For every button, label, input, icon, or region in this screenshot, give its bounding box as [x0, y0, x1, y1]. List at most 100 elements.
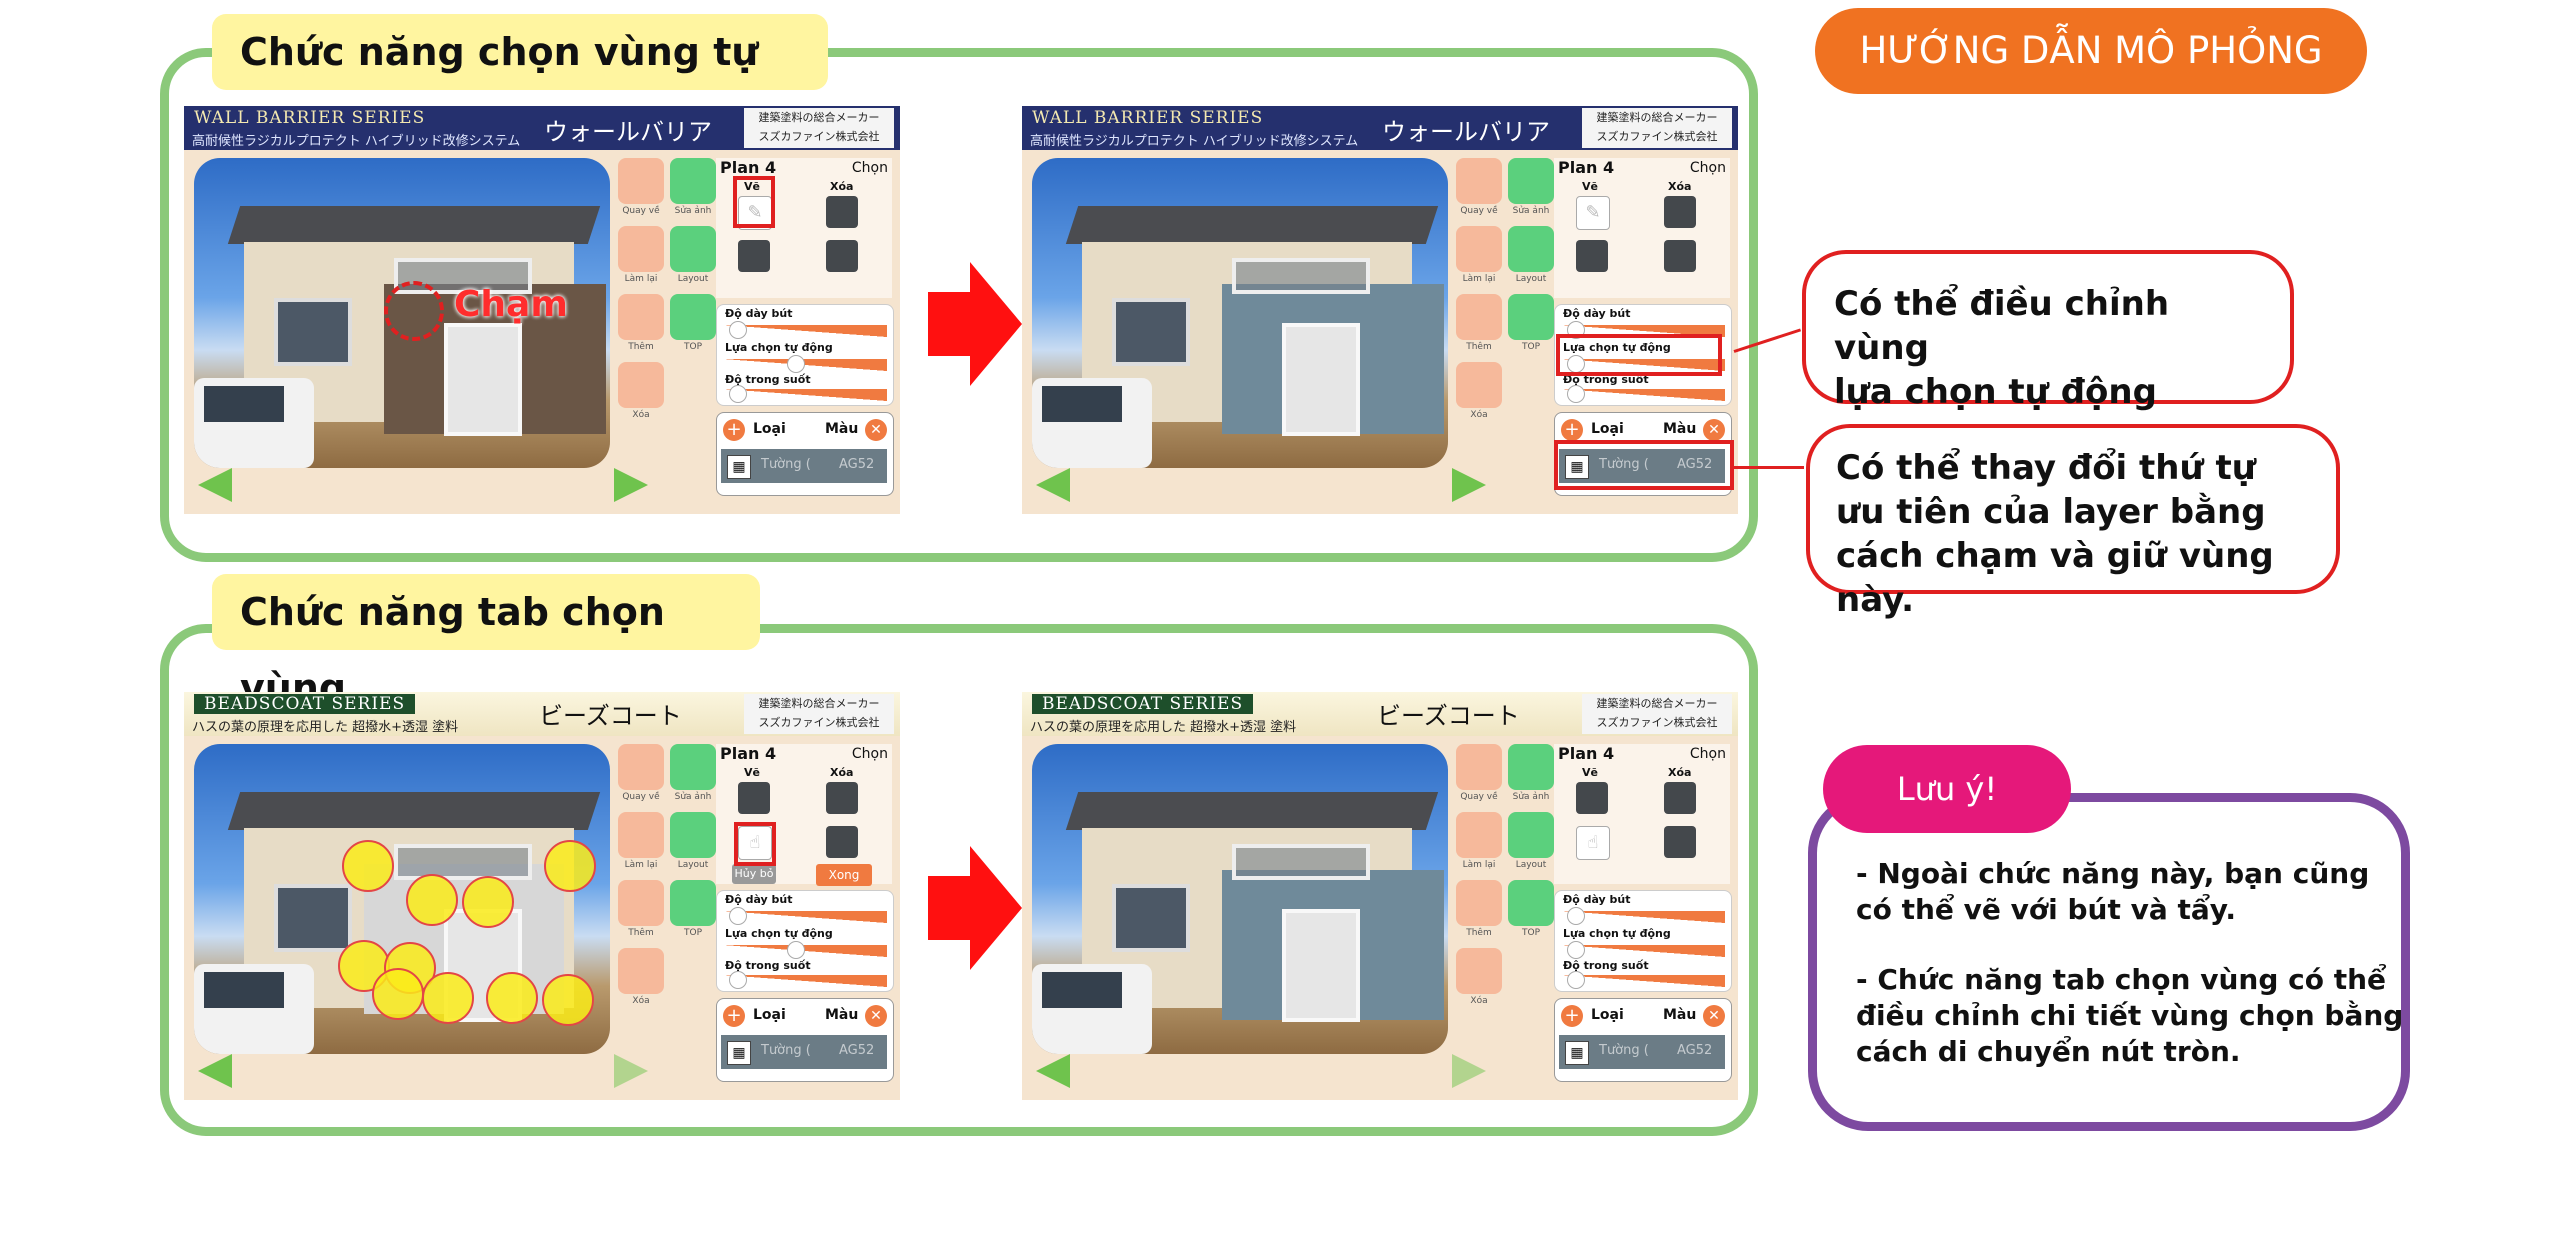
house-photo[interactable] — [1032, 744, 1448, 1054]
add-plan-button[interactable] — [1456, 880, 1502, 926]
close-layer-button[interactable]: ✕ — [865, 419, 887, 441]
tool-panel: Plan 4 Chọn Vẽ Xóa ✎ — [1554, 158, 1730, 298]
eraser-icon[interactable] — [1664, 196, 1696, 228]
auto-select-title: Chức năng chọn vùng tự động — [212, 14, 828, 150]
add-layer-button[interactable]: + — [723, 419, 745, 441]
layout-button[interactable] — [1508, 226, 1554, 272]
undo-button[interactable] — [618, 744, 664, 790]
transparency-slider[interactable] — [723, 971, 887, 989]
top-button[interactable] — [1508, 294, 1554, 340]
close-layer-button[interactable]: ✕ — [865, 1005, 887, 1027]
eraser-icon[interactable] — [826, 196, 858, 228]
select-button[interactable]: Chọn — [1690, 746, 1726, 762]
select-button[interactable]: Chọn — [852, 160, 888, 176]
transparency-slider[interactable] — [1561, 385, 1725, 403]
layer-row[interactable]: ▦ Tường (AG52 — [721, 1035, 887, 1069]
app-banner: WALL BARRIER SERIES 高耐候性ラジカルプロテクト ハイブリッド… — [1022, 106, 1738, 150]
next-arrow-icon[interactable] — [1452, 468, 1486, 502]
transparency-slider[interactable] — [723, 385, 887, 403]
handle-dot[interactable] — [462, 876, 514, 928]
undo-button[interactable] — [1456, 158, 1502, 204]
edit-photo-button[interactable] — [1508, 744, 1554, 790]
auto-select-icon[interactable] — [1664, 826, 1696, 858]
maker-logo: 建築塗料の総合メーカー スズカファイン株式会社 — [744, 108, 894, 148]
house-photo[interactable] — [194, 744, 610, 1054]
top-button[interactable] — [670, 880, 716, 926]
layout-button[interactable] — [670, 226, 716, 272]
thickness-slider[interactable] — [1561, 907, 1725, 925]
transparency-slider[interactable] — [1561, 971, 1725, 989]
next-arrow-icon[interactable] — [1452, 1054, 1486, 1088]
next-arrow-icon[interactable] — [614, 1054, 648, 1088]
layer-row[interactable]: ▦ Tường (AG52 — [721, 449, 887, 483]
redo-button[interactable] — [1456, 226, 1502, 272]
eraser-icon[interactable] — [826, 782, 858, 814]
delete-plan-button[interactable] — [1456, 948, 1502, 994]
top-button[interactable] — [1508, 880, 1554, 926]
eraser-icon[interactable] — [1664, 782, 1696, 814]
tab-select-icon[interactable] — [1664, 240, 1696, 272]
redo-button[interactable] — [618, 812, 664, 858]
handle-dot[interactable] — [544, 840, 596, 892]
close-layer-button[interactable]: ✕ — [1703, 419, 1725, 441]
tab-select-icon[interactable] — [826, 240, 858, 272]
simulation-guide-badge: HƯỚNG DẪN MÔ PHỎNG — [1815, 8, 2367, 94]
house-photo[interactable] — [1032, 158, 1448, 468]
auto-select-icon[interactable] — [1576, 240, 1608, 272]
pen-icon[interactable] — [738, 782, 770, 814]
add-plan-button[interactable] — [618, 880, 664, 926]
add-layer-button[interactable]: + — [1561, 419, 1583, 441]
app-screen-auto-after: WALL BARRIER SERIES 高耐候性ラジカルプロテクト ハイブリッド… — [1022, 106, 1738, 514]
edit-photo-button[interactable] — [670, 158, 716, 204]
layout-button[interactable] — [1508, 812, 1554, 858]
close-layer-button[interactable]: ✕ — [1703, 1005, 1725, 1027]
handle-dot[interactable] — [372, 968, 424, 1020]
add-layer-button[interactable]: + — [723, 1005, 745, 1027]
delete-plan-button[interactable] — [618, 362, 664, 408]
thickness-slider[interactable] — [723, 907, 887, 925]
pen-icon[interactable] — [1576, 782, 1608, 814]
edit-photo-button[interactable] — [1508, 158, 1554, 204]
wall-icon: ▦ — [727, 1041, 751, 1065]
undo-button[interactable] — [1456, 744, 1502, 790]
thickness-slider[interactable] — [723, 321, 887, 339]
add-plan-button[interactable] — [618, 294, 664, 340]
redo-button[interactable] — [618, 226, 664, 272]
next-arrow-icon[interactable] — [614, 468, 648, 502]
handle-dot[interactable] — [342, 840, 394, 892]
auto-select-slider[interactable] — [723, 941, 887, 959]
tagline: 高耐候性ラジカルプロテクト ハイブリッド改修システム — [192, 134, 521, 149]
delete-plan-button[interactable] — [618, 948, 664, 994]
flow-arrow-icon — [928, 846, 1022, 970]
pen-icon[interactable]: ✎ — [1576, 196, 1610, 230]
select-button[interactable]: Chọn — [852, 746, 888, 762]
delete-plan-button[interactable] — [1456, 362, 1502, 408]
prev-arrow-icon[interactable] — [198, 468, 232, 502]
layer-panel: + Loại Màu ✕ ▦ Tường (AG52 — [716, 998, 894, 1082]
handle-dot[interactable] — [422, 972, 474, 1024]
tab-select-icon[interactable]: ☝ — [1576, 826, 1610, 860]
add-plan-button[interactable] — [1456, 294, 1502, 340]
done-button[interactable]: Xong — [816, 864, 872, 886]
prev-arrow-icon[interactable] — [198, 1054, 232, 1088]
prev-arrow-icon[interactable] — [1036, 468, 1070, 502]
handle-dot[interactable] — [406, 874, 458, 926]
layout-button[interactable] — [670, 812, 716, 858]
auto-select-icon[interactable] — [738, 240, 770, 272]
cancel-button[interactable]: Hủy bỏ — [732, 864, 776, 884]
add-layer-button[interactable]: + — [1561, 1005, 1583, 1027]
layer-row[interactable]: ▦ Tường (AG52 — [1559, 1035, 1725, 1069]
product-name: ウォールバリア — [544, 118, 712, 146]
auto-select-slider[interactable] — [723, 355, 887, 373]
undo-button[interactable] — [618, 158, 664, 204]
auto-select-icon[interactable] — [826, 826, 858, 858]
handle-dot[interactable] — [542, 974, 594, 1026]
handle-dot[interactable] — [486, 972, 538, 1024]
edit-photo-button[interactable] — [670, 744, 716, 790]
redo-button[interactable] — [1456, 812, 1502, 858]
top-button[interactable] — [670, 294, 716, 340]
layer-panel: + Loại Màu ✕ ▦ Tường (AG52 — [1554, 998, 1732, 1082]
select-button[interactable]: Chọn — [1690, 160, 1726, 176]
prev-arrow-icon[interactable] — [1036, 1054, 1070, 1088]
auto-select-slider[interactable] — [1561, 941, 1725, 959]
